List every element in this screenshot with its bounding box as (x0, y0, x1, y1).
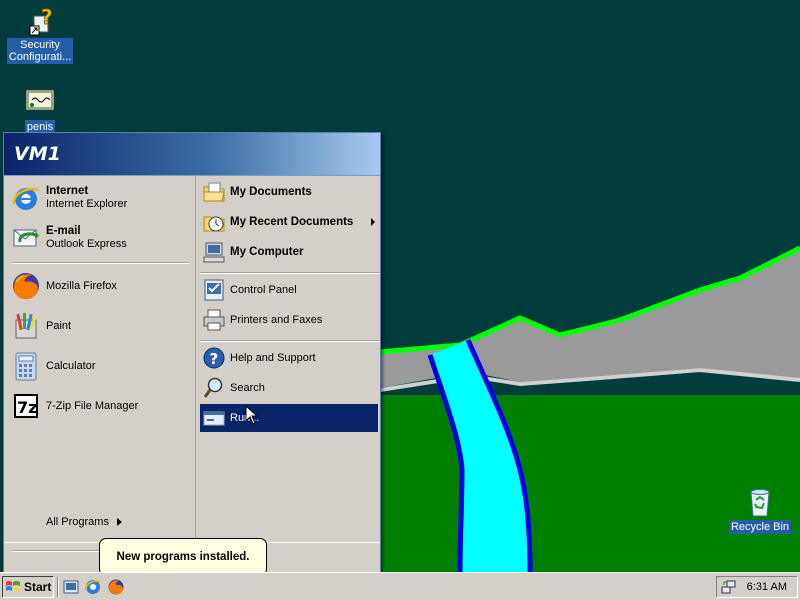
7zip-icon: 7z (10, 390, 42, 422)
notification-balloon[interactable]: New programs installed. (99, 538, 267, 576)
all-programs-label: All Programs (46, 516, 109, 528)
all-programs-button[interactable]: All Programs (46, 516, 122, 528)
search-item[interactable]: Search (200, 374, 378, 402)
help-icon: ? (202, 346, 226, 370)
my-documents-label: My Documents (230, 186, 312, 198)
security-configuration-icon: ? (24, 4, 56, 36)
run-icon (202, 406, 226, 430)
system-tray: 6:31 AM (716, 576, 798, 598)
printers-and-faxes-item[interactable]: Printers and Faxes (200, 306, 378, 334)
calculator-icon (10, 350, 42, 382)
search-icon (202, 376, 226, 400)
paint-icon (10, 310, 42, 342)
svg-text:?: ? (41, 5, 53, 29)
start-button[interactable]: Start (2, 576, 54, 598)
pinned-item-email[interactable]: E-mail Outlook Express (10, 220, 191, 256)
my-recent-documents-item[interactable]: My Recent Documents (200, 208, 378, 236)
submenu-arrow-icon (371, 218, 375, 226)
internet-explorer-icon (10, 182, 42, 214)
recent-item-label: Mozilla Firefox (46, 279, 117, 292)
svg-text:?: ? (210, 350, 219, 368)
help-and-support-item[interactable]: ? Help and Support (200, 344, 378, 372)
my-recent-documents-label: My Recent Documents (230, 216, 354, 228)
windows-logo-icon (6, 581, 20, 591)
desktop-icon-recycle-bin[interactable]: Recycle Bin (724, 486, 796, 534)
desktop-icon-label: Recycle Bin (728, 520, 792, 534)
control-panel-label: Control Panel (230, 284, 297, 296)
show-desktop-icon[interactable] (62, 578, 80, 596)
pinned-item-title: E-mail (46, 225, 81, 237)
pinned-item-subtitle: Outlook Express (46, 238, 127, 250)
recent-item-paint[interactable]: Paint (10, 308, 191, 344)
arrow-right-icon (116, 518, 122, 526)
recent-item-label: Calculator (46, 359, 96, 372)
clock[interactable]: 6:31 AM (747, 581, 787, 593)
start-menu-header: VM1 (4, 133, 380, 176)
start-menu-left-pane: Internet Internet Explorer E-mail Outloo… (4, 176, 196, 552)
recent-item-label: Paint (46, 319, 72, 332)
my-documents-item[interactable]: My Documents (200, 178, 378, 206)
start-label: Start (24, 580, 52, 594)
recent-documents-icon (202, 210, 226, 234)
my-computer-item[interactable]: My Computer (200, 238, 378, 266)
start-menu-right-pane: My Documents My Recent Documents My Comp… (196, 176, 380, 542)
taskbar: Start 6:31 AM (0, 572, 800, 600)
recent-item-7zip[interactable]: 7z 7-Zip File Manager (10, 388, 191, 424)
separator (200, 340, 380, 342)
separator (200, 272, 380, 274)
desktop-icon-file[interactable]: penis (4, 86, 76, 134)
printers-and-faxes-label: Printers and Faxes (230, 314, 323, 326)
my-documents-icon (202, 180, 226, 204)
recent-item-calculator[interactable]: Calculator (10, 348, 191, 384)
certificate-icon (24, 86, 56, 118)
recent-item-label: 7-Zip File Manager (46, 399, 139, 412)
user-name: VM1 (14, 143, 61, 165)
my-computer-label: My Computer (230, 246, 304, 258)
my-computer-icon (202, 240, 226, 264)
start-menu: VM1 Internet Internet Explorer E-mail Ou… (3, 132, 381, 575)
firefox-icon[interactable] (107, 578, 125, 596)
svg-text:7z: 7z (17, 398, 37, 417)
outlook-express-icon (10, 222, 42, 254)
pinned-item-subtitle: Internet Explorer (46, 198, 128, 210)
printer-icon (202, 308, 226, 332)
search-label: Search (230, 382, 265, 394)
balloon-text: New programs installed. (116, 551, 250, 563)
network-icon[interactable] (721, 579, 737, 595)
firefox-icon (10, 270, 42, 302)
control-panel-item[interactable]: Control Panel (200, 276, 378, 304)
recycle-bin-icon (744, 486, 776, 518)
pinned-item-internet[interactable]: Internet Internet Explorer (10, 180, 191, 216)
recent-item-firefox[interactable]: Mozilla Firefox (10, 268, 191, 304)
help-and-support-label: Help and Support (230, 352, 316, 364)
control-panel-icon (202, 278, 226, 302)
pinned-item-title: Internet (46, 185, 89, 197)
mouse-cursor-icon (245, 405, 257, 425)
desktop-icon-security-configuration[interactable]: ? Security Configurati... (4, 4, 76, 64)
separator (12, 262, 189, 264)
run-item[interactable]: Run... (200, 404, 378, 432)
desktop-icon-label: Security Configurati... (6, 38, 74, 64)
internet-explorer-icon[interactable] (84, 578, 102, 596)
quick-launch-divider (57, 577, 59, 597)
